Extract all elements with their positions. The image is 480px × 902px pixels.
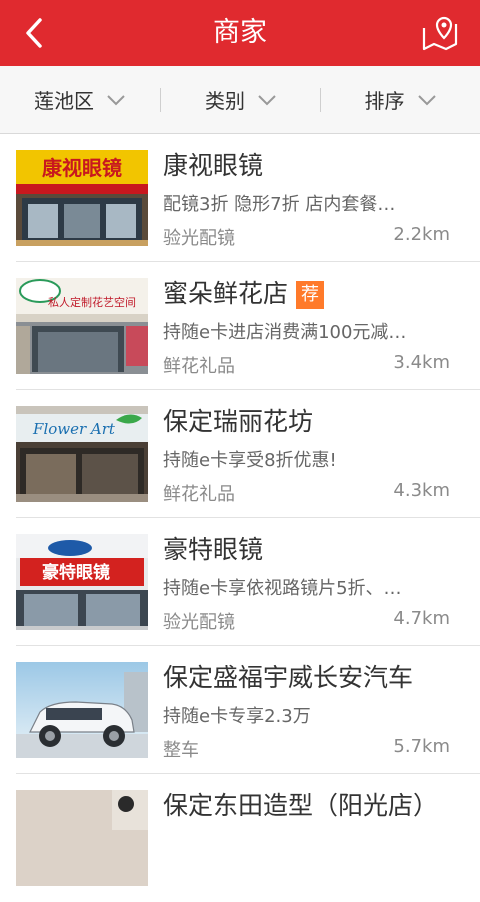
merchant-distance: 4.3km xyxy=(393,480,450,501)
merchant-distance: 5.7km xyxy=(393,736,450,757)
merchant-thumbnail xyxy=(16,662,148,758)
merchant-item[interactable]: Flower Art 保定瑞丽花坊 持随e卡享受8折优惠! 鲜花礼品 4.3km xyxy=(0,390,480,518)
chevron-down-icon xyxy=(258,94,276,105)
merchant-distance: 4.7km xyxy=(393,608,450,629)
merchant-distance: 2.2km xyxy=(393,224,450,245)
merchant-category: 验光配镜 xyxy=(163,228,235,249)
merchant-thumbnail: Flower Art xyxy=(16,406,148,502)
merchant-desc: 持随e卡专享2.3万 xyxy=(163,706,311,727)
merchant-name: 保定瑞丽花坊 xyxy=(163,407,314,436)
merchant-thumbnail: 私人定制花艺空间 xyxy=(16,278,148,374)
merchant-item[interactable]: 保定盛福宇威长安汽车 持随e卡专享2.3万 整车 5.7km xyxy=(0,646,480,774)
filter-category-label: 类别 xyxy=(205,89,245,113)
merchant-category: 验光配镜 xyxy=(163,612,235,633)
merchant-name: 康视眼镜 xyxy=(163,151,264,180)
merchant-item[interactable]: 保定东田造型（阳光店） xyxy=(0,774,480,902)
filter-sort-label: 排序 xyxy=(364,89,405,113)
chevron-down-icon xyxy=(107,94,125,105)
merchant-item[interactable]: 私人定制花艺空间 蜜朵鲜花店荐 持随e卡进店消费满100元减… 鲜花礼品 3.4… xyxy=(0,262,480,390)
merchant-category: 整车 xyxy=(163,740,199,761)
merchant-distance: 3.4km xyxy=(393,352,450,373)
filter-bar: 莲池区 类别 排序 xyxy=(0,66,480,134)
map-pin-icon[interactable] xyxy=(420,14,460,52)
merchant-sign-text: 豪特眼镜 xyxy=(42,562,110,583)
merchant-sign-text: Flower Art xyxy=(32,420,116,438)
merchant-desc: 配镜3折 隐形7折 店内套餐… xyxy=(163,194,396,215)
merchant-sign-text: 康视眼镜 xyxy=(42,156,122,180)
merchant-sign-text: 私人定制花艺空间 xyxy=(48,295,136,309)
merchant-name: 保定盛福宇威长安汽车 xyxy=(163,663,414,692)
merchant-thumbnail xyxy=(16,790,148,886)
merchant-name: 蜜朵鲜花店荐 xyxy=(163,274,325,310)
filter-sort[interactable]: 排序 xyxy=(321,66,480,133)
merchant-thumbnail: 康视眼镜 xyxy=(16,150,148,246)
merchant-desc: 持随e卡享受8折优惠! xyxy=(163,450,337,471)
merchant-desc: 持随e卡进店消费满100元减… xyxy=(163,322,407,343)
page-title: 商家 xyxy=(213,17,267,48)
chevron-down-icon xyxy=(417,94,436,105)
merchant-name: 保定东田造型（阳光店） xyxy=(163,791,439,820)
merchant-category: 鲜花礼品 xyxy=(163,484,235,505)
filter-district[interactable]: 莲池区 xyxy=(0,66,160,133)
merchant-item[interactable]: 豪特眼镜 豪特眼镜 持随e卡享依视路镜片5折、… 验光配镜 4.7km xyxy=(0,518,480,646)
merchant-item[interactable]: 康视眼镜 康视眼镜 配镜3折 隐形7折 店内套餐… 验光配镜 2.2km xyxy=(0,134,480,262)
filter-category[interactable]: 类别 xyxy=(161,66,321,133)
merchant-category: 鲜花礼品 xyxy=(163,356,235,377)
merchant-name: 豪特眼镜 xyxy=(163,535,264,564)
recommended-badge: 荐 xyxy=(296,281,325,309)
app-header: 商家 xyxy=(0,0,480,66)
merchant-name-text: 蜜朵鲜花店 xyxy=(163,279,289,308)
filter-district-label: 莲池区 xyxy=(34,89,94,113)
merchant-desc: 持随e卡享依视路镜片5折、… xyxy=(163,578,402,599)
merchant-thumbnail: 豪特眼镜 xyxy=(16,534,148,630)
